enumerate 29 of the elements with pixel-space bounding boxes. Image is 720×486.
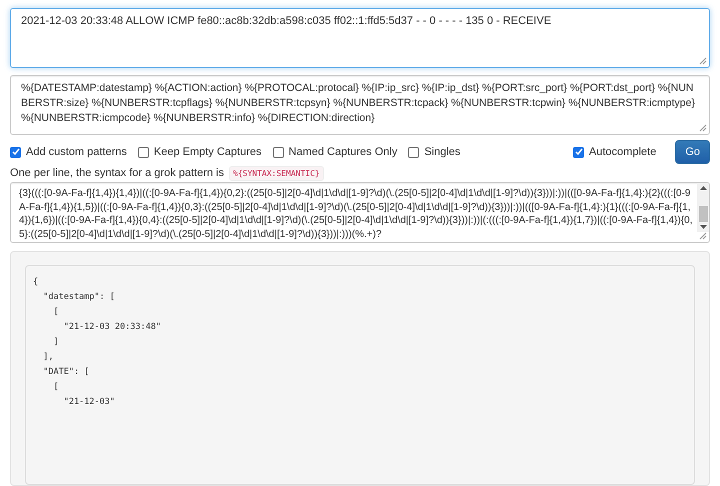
custom-patterns-field[interactable]: {3}(((:[0-9A-Fa-f]{1,4}){1,4})|((:[0-9A-Fa-f]{1,4}){0,2}:((25[0-5]|2[0-4]\d|1\d\d|[1-9]?\d)(\.(25[0-5]|2[0-4]\d|1\d\d|[1-9]?\d)){3}))|:))|(([0-9A-Fa-f]{1,4}:){2}(((:[0-9A-Fa-f]{1,4}){1,5})|((:[0-9A-Fa-f]{1,4}){0,3}:((25[0-5]|2[0-4]\d|1\d\d|[1-9]?\d)(\.(25[0-5]|2[0-4]\d|1\d\d|[1-9]?\d)){3}))|:))|(([0-9A-Fa-f]{1,4}:){1}(((:[0-9A-Fa-f]{1,4}){1,6})|((:[0-9A-Fa-f]{1,4}){0,4}:((25[0-5]|2[0-4]\d|1\d\d|[1-9]?\d)(\.(25[0-5]|2[0-4]\d|1\d\d|[1-9]?\d)){3}))|:))|(:(((:[0-9A-Fa-f]{1,4}){1,7})|((:[0-9A-Fa-f]{1,4}){0,5}:((25[0-5]|2[0-4]\d|1\d\d|[1-9]?\d)(\.(25[0-5]|2[0-4]\d|1\d\d|[1-9]?\d)){3}))|:)))(%.+)? (10, 182, 710, 243)
resize-grip-icon[interactable] (699, 232, 707, 240)
go-button[interactable]: Go (675, 140, 710, 164)
checkbox[interactable] (573, 146, 584, 158)
code-line: { (33, 276, 40, 289)
checkbox-label: Autocomplete (589, 146, 656, 158)
help-text: One per line, the syntax for a grok pattern is (10, 167, 224, 180)
checkbox[interactable] (10, 146, 21, 158)
resize-grip-icon[interactable] (699, 124, 707, 132)
code-line: "DATE": [ (42, 366, 90, 379)
input-field[interactable]: 2021-12-03 20:33:48 ALLOW ICMP fe80::ac8b:32db:a598:c035 ff02::1:ffd5:5d37 - - 0 - - - - 135 0 - RECEIVE (10, 8, 710, 68)
scrollbar[interactable] (697, 183, 709, 232)
checkbox-label: Singles (424, 146, 460, 158)
pattern-field[interactable]: %{DATESTAMP:datestamp} %{ACTION:action} %{PROTOCAL:protocal} %{IP:ip_src} %{IP:ip_dst} %{PORT:src_port} %{PORT:dst_port} %{NUNBERSTR:size} %{NUNBERSTR:tcpflags} %{NUNBERSTR:tcpsyn} %{NUNBERSTR:tcpack} %{NUNBERSTR:tcpwin} %{NUNBERSTR:icmptype} %{NUNBERSTR:icmpcode} %{NUNBERSTR:info} %{DIRECTION:direction} (10, 75, 710, 136)
checkbox[interactable] (272, 146, 284, 158)
code-line: ], (42, 351, 54, 364)
resize-grip-icon[interactable] (699, 57, 707, 66)
code-line: ] (52, 336, 60, 349)
code-line: "21-12-03 20:33:48" (62, 321, 162, 334)
code-line: "21-12-03" (62, 396, 116, 409)
checkbox[interactable] (138, 146, 149, 158)
code-line: "datestamp": [ (42, 291, 116, 304)
checkbox-option[interactable]: Autocomplete (573, 146, 656, 158)
syntax-code: %{SYNTAX:SEMANTIC} (229, 166, 324, 181)
scrollbar-thumb[interactable] (698, 206, 708, 222)
code-line: [ (52, 306, 60, 319)
checkbox[interactable] (408, 146, 420, 158)
code-line: [ (52, 381, 60, 394)
checkbox-option[interactable]: Singles (408, 146, 460, 158)
